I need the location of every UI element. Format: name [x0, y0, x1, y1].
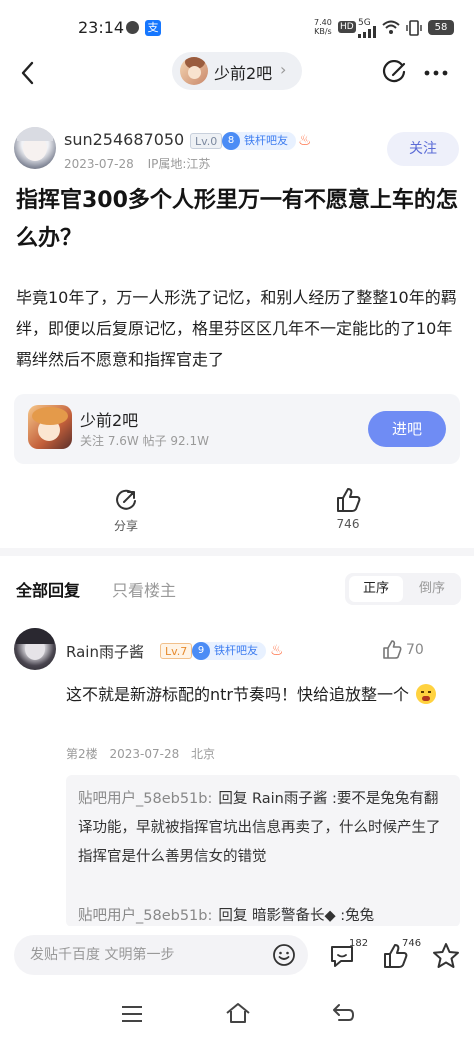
post-ip: IP属地:江苏: [147, 157, 211, 171]
post-date: 2023-07-28: [64, 157, 134, 171]
order-asc-button[interactable]: 正序: [349, 576, 403, 602]
status-bar: 23:14 支 7.40 KB/s HD 5G 58: [0, 0, 474, 48]
reply-input-pill[interactable]: [14, 935, 308, 975]
battery-icon: 58: [428, 20, 454, 35]
vibrate-icon: [406, 20, 422, 36]
reply-date: 2023-07-28: [109, 747, 180, 761]
like-button[interactable]: 746: [322, 486, 374, 534]
author-avatar[interactable]: [14, 127, 56, 169]
reply-fire-icon: ♨: [270, 641, 284, 659]
forum-card-stats: 关注 7.6W 帖子 92.1W: [80, 434, 209, 448]
comment-count: 182: [349, 938, 369, 949]
reply-avatar[interactable]: [14, 628, 56, 670]
share-icon: [116, 489, 136, 510]
subreply-user[interactable]: 贴吧用户_58eb51b:: [78, 791, 212, 807]
tired-face-emoji-icon: [416, 684, 437, 704]
tab-author-only[interactable]: 只看楼主: [112, 577, 176, 601]
subreply-item: 贴吧用户_58eb51b: 回复 暗影警备长◆ :兔兔: [78, 902, 448, 927]
level-badge: Lv.0: [190, 133, 223, 149]
author-name[interactable]: sun254687050: [64, 130, 184, 149]
forum-pill-label: 少前2吧: [214, 64, 273, 83]
post-body: 毕竟10年了，万一人形洗了记忆，和别人经历了整整10年的羁绊，即便以后复原记忆，…: [16, 288, 457, 369]
post-title: 指挥官300多个人形里万一有不愿意上车的怎么办？: [16, 188, 458, 251]
reply-fan-tag-label: 铁杆吧友: [214, 644, 258, 657]
alipay-icon: 支: [145, 20, 161, 36]
back-icon[interactable]: [18, 60, 38, 86]
wifi-icon: [382, 20, 400, 34]
subreply-content: 回复 暗影警备长◆ :兔兔: [218, 908, 375, 924]
net-speed-value: 7.40: [314, 18, 332, 27]
share-button[interactable]: 分享: [100, 486, 152, 534]
reply-text-content: 这不就是新游标配的ntr节奏吗！快给追放整一个: [66, 685, 409, 704]
emoji-icon[interactable]: [272, 943, 296, 967]
order-desc-button[interactable]: 倒序: [405, 576, 459, 602]
edit-icon[interactable]: [382, 60, 408, 86]
post-meta: 2023-07-28 IP属地:江苏: [64, 155, 210, 172]
subreply-user[interactable]: 贴吧用户_58eb51b:: [78, 908, 212, 924]
enter-forum-button[interactable]: 进吧: [368, 411, 446, 447]
menu-icon[interactable]: [120, 1004, 144, 1024]
forum-card-avatar: [28, 405, 72, 449]
fan-tag-label: 铁杆吧友: [244, 134, 288, 147]
reply-like-icon[interactable]: [382, 640, 402, 660]
forum-card-name: 少前2吧: [80, 411, 139, 430]
bottom-like-count: 746: [402, 938, 422, 949]
reply-level-badge: Lv.7: [160, 643, 193, 659]
reply-location: 北京: [191, 747, 216, 761]
like-count: 746: [336, 517, 360, 531]
fire-icon: ♨: [298, 131, 312, 149]
chevron-right-icon: ›: [280, 60, 287, 79]
signal-icon: [358, 26, 376, 38]
subreply-box[interactable]: 贴吧用户_58eb51b: 回复 Rain雨子酱 :要不是兔兔有翻译功能，早就被指…: [66, 775, 460, 927]
reply-input[interactable]: [14, 935, 254, 975]
back-nav-icon[interactable]: [330, 1002, 356, 1024]
star-icon[interactable]: [432, 942, 460, 970]
thumb-up-icon: [337, 488, 361, 512]
forum-pill-avatar: [180, 57, 208, 85]
message-icon: [126, 21, 139, 34]
net-speed: 7.40 KB/s: [314, 18, 332, 36]
share-label: 分享: [113, 519, 138, 533]
follow-button[interactable]: 关注: [387, 132, 459, 166]
tab-all-replies[interactable]: 全部回复: [16, 577, 80, 601]
more-icon[interactable]: [423, 69, 449, 77]
reply-like-count: 70: [406, 642, 424, 658]
hd-icon: HD: [338, 21, 356, 33]
reply-text: 这不就是新游标配的ntr节奏吗！快给追放整一个: [66, 681, 458, 709]
section-divider: [0, 548, 474, 556]
reply-floor: 第2楼: [66, 747, 98, 761]
home-icon[interactable]: [224, 1001, 252, 1025]
reply-meta: 第2楼 2023-07-28 北京: [66, 745, 215, 762]
net-speed-unit: KB/s: [314, 27, 332, 36]
subreply-item: 贴吧用户_58eb51b: 回复 Rain雨子酱 :要不是兔兔有翻译功能，早就被指…: [78, 785, 448, 872]
fan-level-badge: 8: [222, 132, 240, 150]
reply-author[interactable]: Rain雨子酱: [66, 641, 144, 662]
status-time: 23:14: [78, 18, 125, 37]
reply-fan-level-badge: 9: [192, 642, 210, 660]
